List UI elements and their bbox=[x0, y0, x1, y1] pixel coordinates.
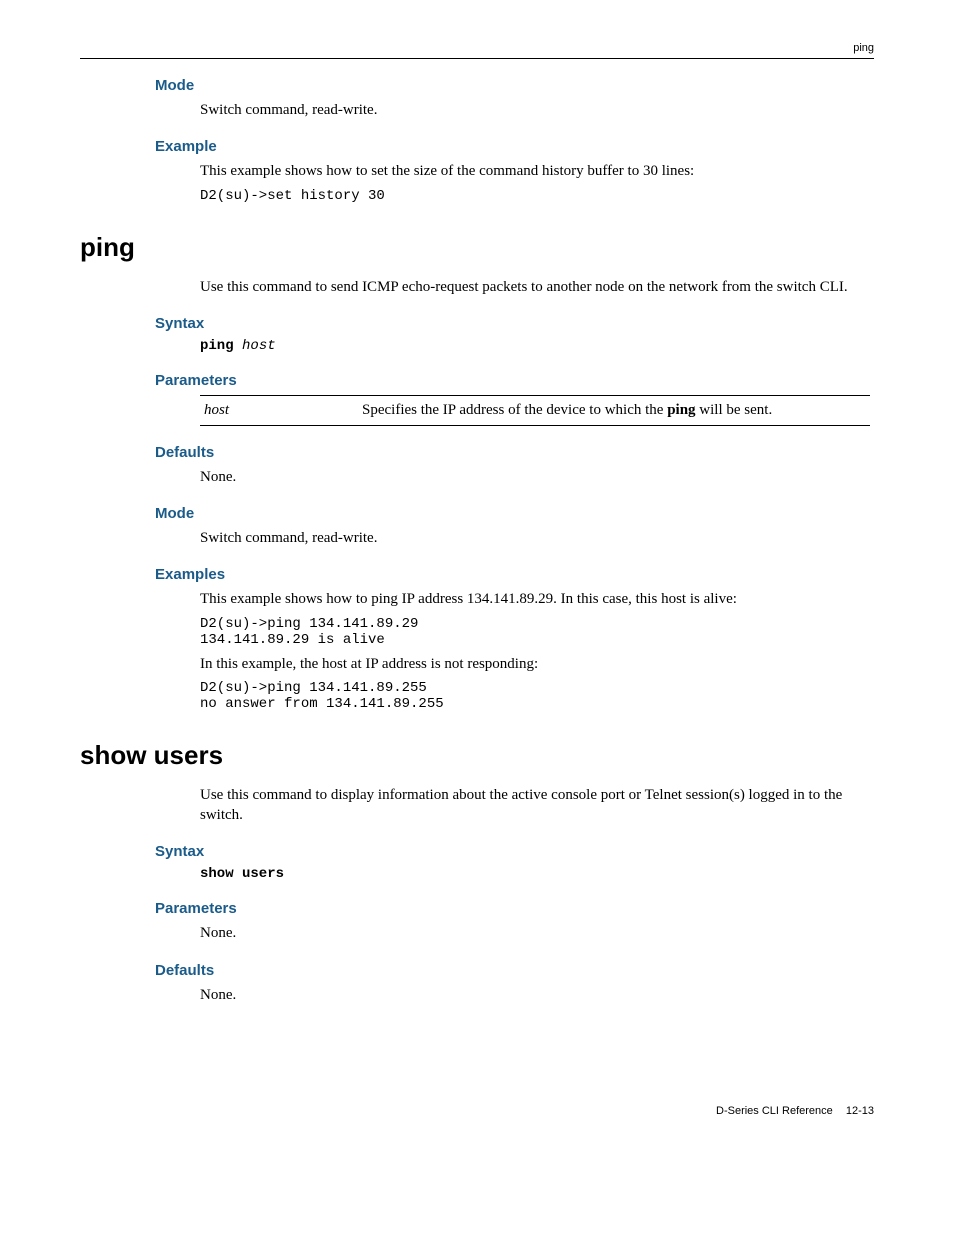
param-desc-cell: Specifies the IP address of the device t… bbox=[358, 395, 870, 425]
page-footer: D-Series CLI Reference 12-13 bbox=[80, 1105, 874, 1117]
footer-doc-title: D-Series CLI Reference bbox=[716, 1105, 833, 1117]
command-title-ping: ping bbox=[80, 232, 874, 263]
example2-code-ping: D2(su)->ping 134.141.89.255 no answer fr… bbox=[200, 680, 874, 712]
defaults-text-showusers: None. bbox=[200, 985, 874, 1005]
section-example-1: Example bbox=[155, 138, 874, 155]
mode-text-1: Switch command, read-write. bbox=[200, 100, 874, 120]
section-syntax-showusers: Syntax bbox=[155, 843, 874, 860]
running-header: ping bbox=[80, 42, 874, 59]
syntax-cmd: ping bbox=[200, 338, 234, 354]
example2-text-ping: In this example, the host at IP address … bbox=[200, 654, 874, 674]
footer-page-number: 12-13 bbox=[846, 1105, 874, 1117]
section-defaults-ping: Defaults bbox=[155, 444, 874, 461]
section-mode-ping: Mode bbox=[155, 505, 874, 522]
param-desc-a: Specifies the IP address of the device t… bbox=[362, 402, 667, 418]
section-parameters-ping: Parameters bbox=[155, 372, 874, 389]
param-desc-bold: ping bbox=[667, 402, 695, 418]
ping-intro: Use this command to send ICMP echo-reque… bbox=[200, 277, 874, 297]
example-code-1: D2(su)->set history 30 bbox=[200, 188, 874, 204]
params-text-showusers: None. bbox=[200, 923, 874, 943]
defaults-text-ping: None. bbox=[200, 467, 874, 487]
section-defaults-showusers: Defaults bbox=[155, 962, 874, 979]
example-text-1: This example shows how to set the size o… bbox=[200, 161, 874, 181]
example1-text-ping: This example shows how to ping IP addres… bbox=[200, 589, 874, 609]
section-syntax-ping: Syntax bbox=[155, 315, 874, 332]
example1-code-ping: D2(su)->ping 134.141.89.29 134.141.89.29… bbox=[200, 616, 874, 648]
syntax-arg: host bbox=[242, 338, 276, 354]
mode-text-ping: Switch command, read-write. bbox=[200, 528, 874, 548]
syntax-cmd-showusers: show users bbox=[200, 866, 284, 882]
parameter-table: host Specifies the IP address of the dev… bbox=[200, 395, 870, 426]
section-examples-ping: Examples bbox=[155, 566, 874, 583]
section-mode-1: Mode bbox=[155, 77, 874, 94]
command-title-showusers: show users bbox=[80, 740, 874, 771]
param-name-cell: host bbox=[200, 395, 358, 425]
syntax-line-showusers: show users bbox=[200, 866, 874, 882]
syntax-line-ping: ping host bbox=[200, 338, 874, 354]
page-container: ping Mode Switch command, read-write. Ex… bbox=[0, 0, 954, 1167]
param-desc-b: will be sent. bbox=[696, 402, 773, 418]
showusers-intro: Use this command to display information … bbox=[200, 785, 874, 826]
table-row: host Specifies the IP address of the dev… bbox=[200, 395, 870, 425]
section-parameters-showusers: Parameters bbox=[155, 900, 874, 917]
